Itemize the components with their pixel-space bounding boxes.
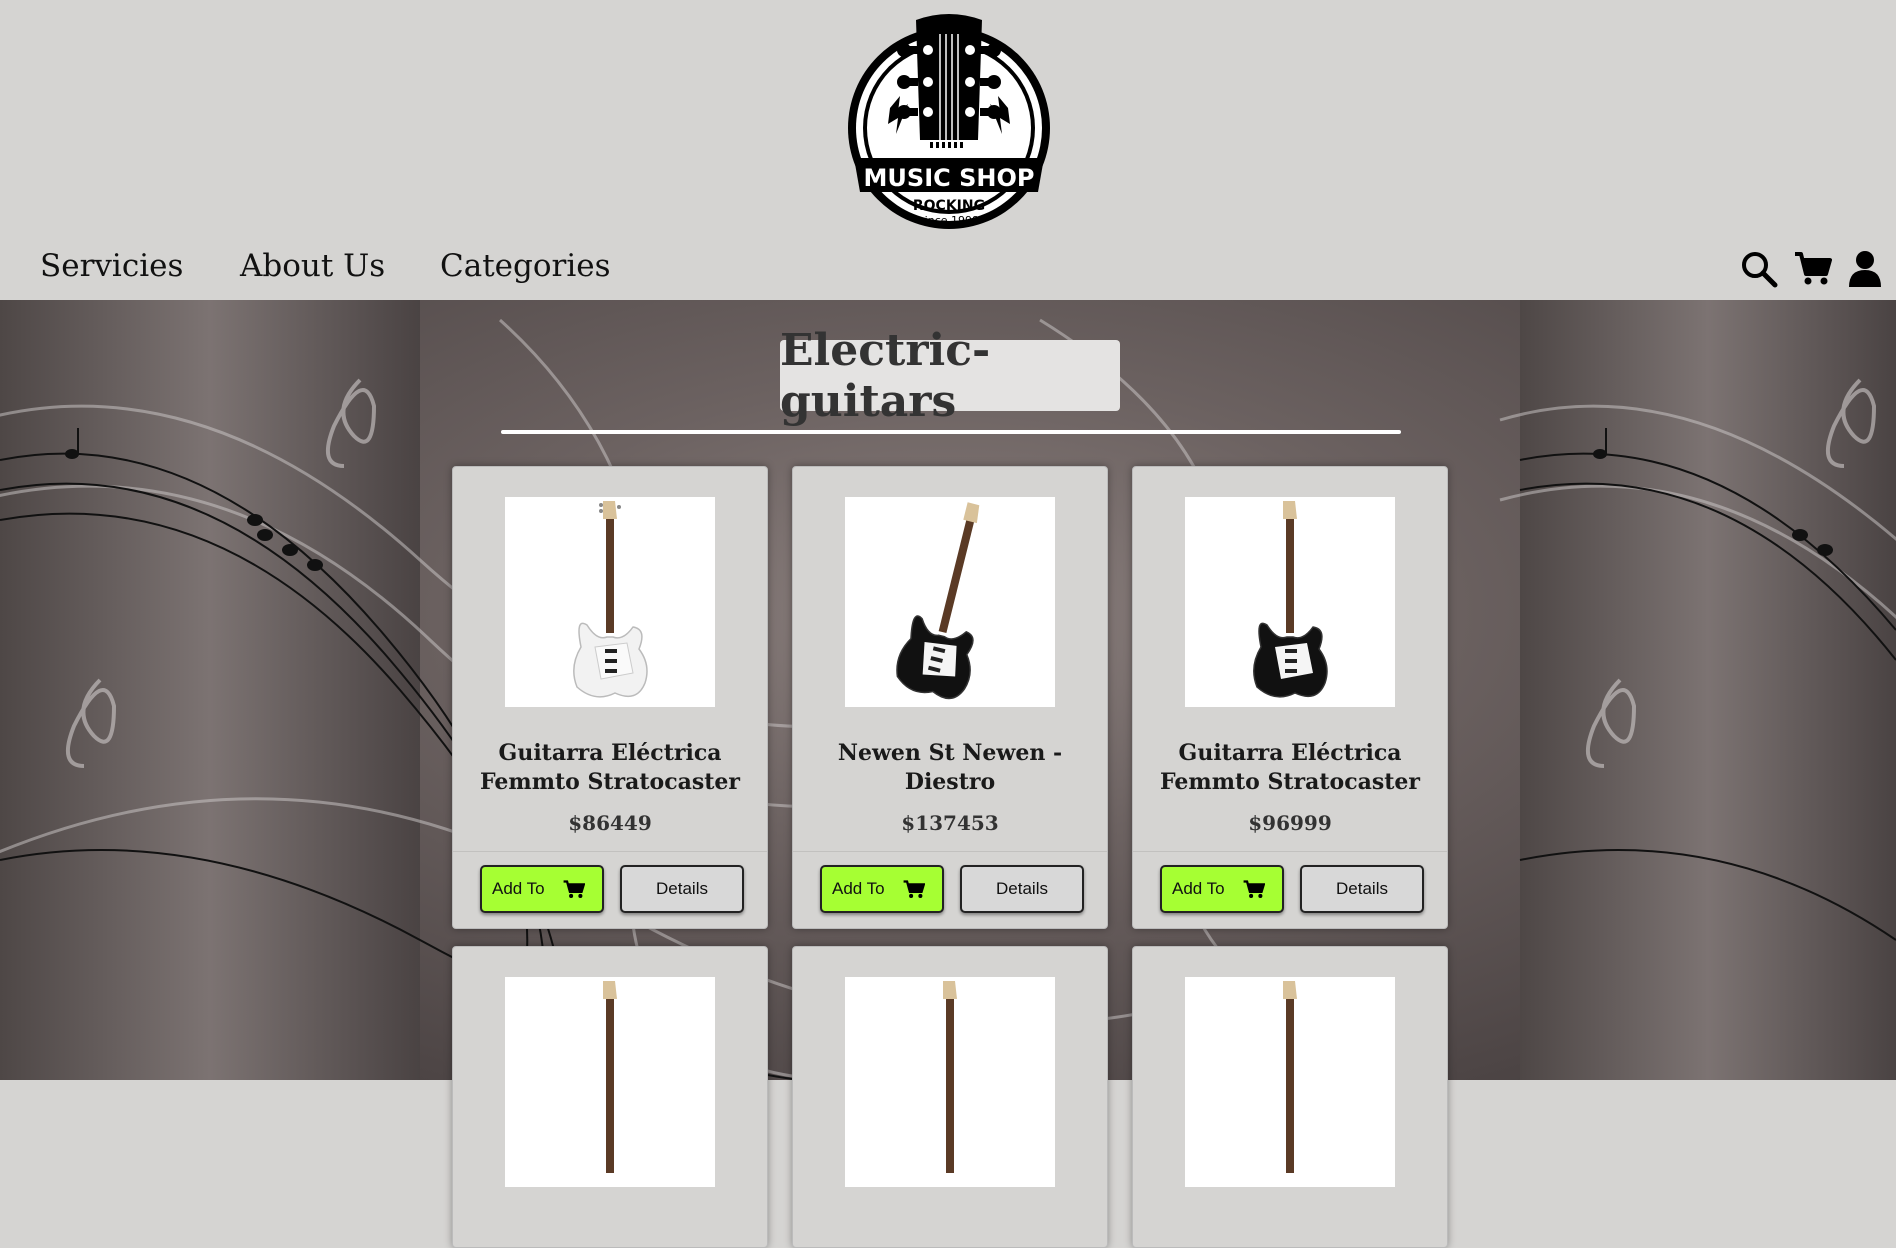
product-name: Guitarra Eléctrica Femmto Stratocaster xyxy=(1160,740,1420,795)
details-button[interactable]: Details xyxy=(620,865,744,913)
product-card xyxy=(792,946,1108,1248)
nav-categories[interactable]: Categories xyxy=(440,248,611,284)
nav-about-us[interactable]: About Us xyxy=(240,248,385,284)
product-image[interactable] xyxy=(1185,497,1395,707)
product-card: Newen St Newen - Diestro $137453 Add To … xyxy=(792,466,1108,929)
product-image[interactable] xyxy=(845,977,1055,1187)
cart-icon xyxy=(563,880,585,898)
site-header: MUSIC SHOP ROCKING since 1998 Servicies … xyxy=(0,0,1896,300)
product-card: Guitarra Eléctrica Femmto Stratocaster $… xyxy=(452,466,768,929)
product-price: $96999 xyxy=(1248,811,1332,835)
add-to-cart-button[interactable]: Add To xyxy=(1160,865,1284,913)
product-price: $86449 xyxy=(568,811,652,835)
product-image[interactable] xyxy=(1185,977,1395,1187)
cart-icon xyxy=(1243,880,1265,898)
product-name: Guitarra Eléctrica Femmto Stratocaster xyxy=(480,740,740,795)
nav-servicies[interactable]: Servicies xyxy=(40,248,183,284)
add-to-cart-label: Add To xyxy=(1172,879,1225,898)
add-to-cart-button[interactable]: Add To xyxy=(480,865,604,913)
card-divider xyxy=(793,851,1107,852)
details-button[interactable]: Details xyxy=(960,865,1084,913)
product-image[interactable] xyxy=(505,497,715,707)
add-to-cart-label: Add To xyxy=(492,879,545,898)
title-underline xyxy=(501,430,1401,434)
card-divider xyxy=(1133,851,1447,852)
search-icon[interactable] xyxy=(1740,250,1778,288)
product-card xyxy=(452,946,768,1248)
logo-tagline: ROCKING xyxy=(913,198,985,214)
product-card xyxy=(1132,946,1448,1248)
logo-since: since 1998 xyxy=(919,214,979,227)
product-card: Guitarra Eléctrica Femmto Stratocaster $… xyxy=(1132,466,1448,929)
music-shop-logo[interactable]: MUSIC SHOP ROCKING since 1998 xyxy=(842,12,1056,240)
add-to-cart-label: Add To xyxy=(832,879,885,898)
page-title: Electric-guitars xyxy=(780,325,1120,427)
logo-brand-text: MUSIC SHOP xyxy=(864,164,1035,192)
cart-icon xyxy=(903,880,925,898)
product-name: Newen St Newen - Diestro xyxy=(837,740,1063,795)
product-image[interactable] xyxy=(845,497,1055,707)
product-price: $137453 xyxy=(901,811,999,835)
details-button[interactable]: Details xyxy=(1300,865,1424,913)
user-icon[interactable] xyxy=(1846,250,1884,288)
card-divider xyxy=(453,851,767,852)
product-image[interactable] xyxy=(505,977,715,1187)
cart-icon[interactable] xyxy=(1794,250,1832,288)
add-to-cart-button[interactable]: Add To xyxy=(820,865,944,913)
